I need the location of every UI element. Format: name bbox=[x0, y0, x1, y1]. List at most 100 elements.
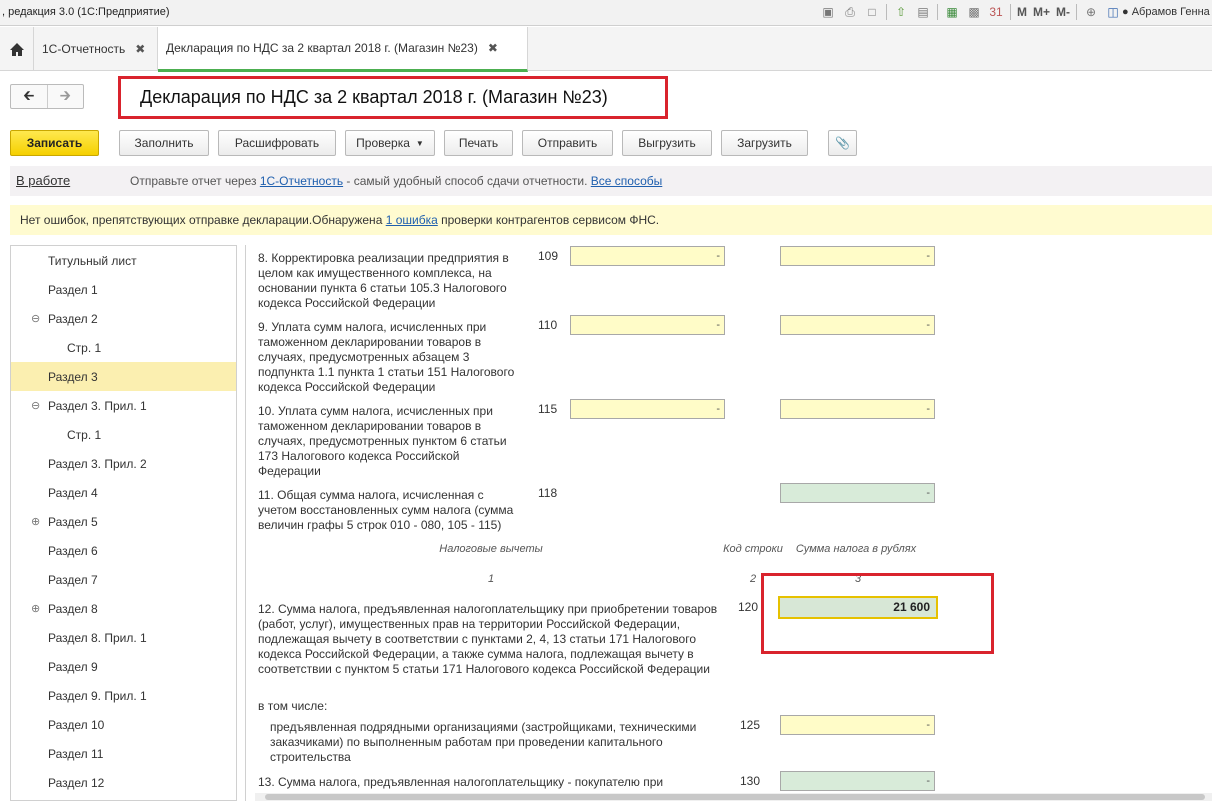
sidebar-item-section-1[interactable]: Раздел 1 bbox=[11, 275, 236, 304]
tab-declaration[interactable]: Декларация по НДС за 2 квартал 2018 г. (… bbox=[158, 27, 528, 72]
sidebar-item-label: Раздел 4 bbox=[48, 485, 98, 500]
send-button[interactable]: Отправить bbox=[522, 130, 613, 156]
print-icon[interactable]: ⎙ bbox=[842, 4, 858, 20]
user-name[interactable]: ● Абрамов Генна bbox=[1122, 6, 1210, 18]
save-button[interactable]: Записать bbox=[10, 130, 99, 156]
zoom-icon[interactable]: ⊕ bbox=[1083, 4, 1099, 20]
declaration-form: 8. Корректировка реализации предприятия … bbox=[245, 245, 1212, 801]
row-code: 125 bbox=[740, 718, 761, 732]
fill-button[interactable]: Заполнить bbox=[119, 130, 209, 156]
value-field[interactable]: - bbox=[780, 483, 935, 503]
all-methods-link[interactable]: Все способы bbox=[591, 174, 663, 188]
msg-text: - самый удобный способ сдачи отчетности. bbox=[343, 174, 591, 188]
save-icon[interactable]: ▣ bbox=[820, 4, 836, 20]
sidebar-item-section-4[interactable]: Раздел 4 bbox=[11, 478, 236, 507]
forward-button[interactable]: 🡲 bbox=[46, 85, 84, 108]
reporting-link[interactable]: 1С-Отчетность bbox=[260, 174, 343, 188]
home-icon bbox=[9, 42, 24, 56]
memory-button[interactable]: M bbox=[1017, 5, 1027, 19]
value-field[interactable]: - bbox=[780, 246, 935, 266]
row-code: 110 bbox=[538, 318, 558, 332]
value-field[interactable]: - bbox=[780, 771, 935, 791]
status-state[interactable]: В работе bbox=[16, 173, 70, 188]
including-label: в том числе: bbox=[258, 699, 328, 713]
sidebar-item-section-8-app-1[interactable]: Раздел 8. Прил. 1 bbox=[11, 623, 236, 652]
value-field[interactable]: - bbox=[780, 315, 935, 335]
sidebar-item-label: Раздел 5 bbox=[48, 514, 98, 529]
separator bbox=[1010, 4, 1011, 20]
tab-label: 1С-Отчетность bbox=[42, 42, 126, 56]
panels-icon[interactable]: ◫ bbox=[1105, 4, 1121, 20]
sidebar-item-label: Раздел 11 bbox=[48, 746, 104, 761]
check-button[interactable]: Проверка ▼ bbox=[345, 130, 435, 156]
spreadsheet-icon[interactable]: ▦ bbox=[944, 4, 960, 20]
memory-plus-button[interactable]: M+ bbox=[1033, 5, 1050, 19]
back-button[interactable]: 🡰 bbox=[11, 85, 47, 108]
tab-reporting[interactable]: 1С-Отчетность ✖ bbox=[34, 27, 158, 71]
close-icon[interactable]: ✖ bbox=[135, 42, 145, 56]
row-code: 130 bbox=[740, 774, 761, 788]
sidebar-item-section-8[interactable]: ⊕ Раздел 8 bbox=[11, 594, 236, 623]
check-label: Проверка bbox=[356, 136, 410, 150]
sidebar-item-page-1[interactable]: Стр. 1 bbox=[11, 333, 236, 362]
sidebar-item-section-2[interactable]: ⊖ Раздел 2 bbox=[11, 304, 236, 333]
export-button[interactable]: Выгрузить bbox=[622, 130, 712, 156]
sidebar-item-section-7[interactable]: Раздел 7 bbox=[11, 565, 236, 594]
sidebar-item-section-11[interactable]: Раздел 11 bbox=[11, 739, 236, 768]
value-field[interactable]: - bbox=[780, 715, 935, 735]
msg-text: Отправьте отчет через bbox=[130, 174, 260, 188]
sidebar-item-title-page[interactable]: Титульный лист bbox=[11, 246, 236, 275]
expand-icon[interactable]: ⊕ bbox=[31, 515, 40, 528]
attach-button[interactable]: 📎 bbox=[828, 130, 857, 156]
close-icon[interactable]: ✖ bbox=[488, 41, 498, 55]
collapse-icon[interactable]: ⊖ bbox=[31, 312, 40, 325]
expand-icon[interactable]: ⊕ bbox=[31, 602, 40, 615]
value-field[interactable]: - bbox=[570, 246, 725, 266]
sidebar-item-section-3[interactable]: Раздел 3 bbox=[11, 362, 236, 391]
sidebar-item-label: Раздел 8. Прил. 1 bbox=[48, 630, 147, 645]
status-message: Отправьте отчет через 1С-Отчетность - са… bbox=[130, 174, 662, 188]
scrollbar-thumb[interactable] bbox=[265, 794, 1205, 800]
sidebar-item-label: Раздел 3 bbox=[48, 369, 98, 384]
nav-buttons: 🡰 🡲 bbox=[10, 84, 84, 109]
memory-minus-button[interactable]: M- bbox=[1056, 5, 1070, 19]
warning-text: Нет ошибок, препятствующих отправке декл… bbox=[20, 213, 386, 227]
row-text: 10. Уплата сумм налога, исчисленных при … bbox=[258, 404, 507, 478]
sidebar-item-section-9-app-1[interactable]: Раздел 9. Прил. 1 bbox=[11, 681, 236, 710]
decode-button[interactable]: Расшифровать bbox=[218, 130, 336, 156]
row-code: 109 bbox=[538, 249, 559, 263]
import-button[interactable]: Загрузить bbox=[721, 130, 808, 156]
error-link[interactable]: 1 ошибка bbox=[386, 213, 438, 227]
upload-icon[interactable]: ⇧ bbox=[893, 4, 909, 20]
calendar-icon[interactable]: 31 bbox=[988, 4, 1004, 20]
row-code: 120 bbox=[738, 600, 759, 614]
home-button[interactable] bbox=[0, 27, 34, 71]
collapse-icon[interactable]: ⊖ bbox=[31, 399, 40, 412]
sidebar-item-section-6[interactable]: Раздел 6 bbox=[11, 536, 236, 565]
title-bar: , редакция 3.0 (1С:Предприятие) ▣ ⎙ □ ⇧ … bbox=[0, 0, 1212, 26]
sidebar-item-label: Раздел 9 bbox=[48, 659, 98, 674]
sidebar-item-label: Раздел 9. Прил. 1 bbox=[48, 688, 147, 703]
column-header: Сумма налога в рублях bbox=[795, 543, 917, 555]
sidebar-item-label: Раздел 3. Прил. 1 bbox=[48, 398, 147, 413]
separator bbox=[1076, 4, 1078, 20]
calculator-icon[interactable]: ▩ bbox=[966, 4, 982, 20]
horizontal-scrollbar[interactable] bbox=[255, 793, 1212, 801]
row-text: 9. Уплата сумм налога, исчисленных при т… bbox=[258, 320, 515, 394]
sections-sidebar: Титульный лист Раздел 1 ⊖ Раздел 2 Стр. 1… bbox=[10, 245, 237, 801]
sidebar-item-label: Раздел 8 bbox=[48, 601, 98, 616]
sidebar-item-section-10[interactable]: Раздел 10 bbox=[11, 710, 236, 739]
sidebar-item-section-3-app-1[interactable]: ⊖ Раздел 3. Прил. 1 bbox=[11, 391, 236, 420]
value-field[interactable]: - bbox=[570, 399, 725, 419]
document-icon[interactable]: ▤ bbox=[915, 4, 931, 20]
sidebar-item-section-5[interactable]: ⊕ Раздел 5 bbox=[11, 507, 236, 536]
preview-icon[interactable]: □ bbox=[864, 4, 880, 20]
sidebar-item-section-3-app-2[interactable]: Раздел 3. Прил. 2 bbox=[11, 449, 236, 478]
window-toolbar: ▣ ⎙ □ ⇧ ▤ ▦ ▩ 31 M M+ M- ⊕ ◫ bbox=[820, 4, 1121, 20]
value-field[interactable]: - bbox=[570, 315, 725, 335]
sidebar-item-section-9[interactable]: Раздел 9 bbox=[11, 652, 236, 681]
sidebar-item-page-1[interactable]: Стр. 1 bbox=[11, 420, 236, 449]
sidebar-item-section-12[interactable]: Раздел 12 bbox=[11, 768, 236, 797]
value-field[interactable]: - bbox=[780, 399, 935, 419]
print-button[interactable]: Печать bbox=[444, 130, 513, 156]
